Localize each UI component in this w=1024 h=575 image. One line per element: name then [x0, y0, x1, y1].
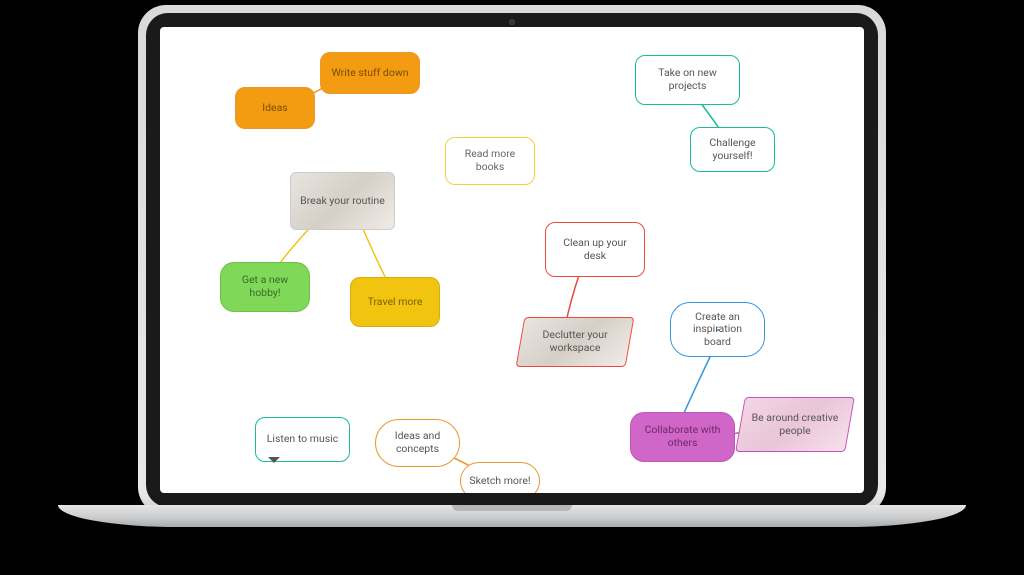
mindmap-canvas[interactable]: Ideas Write stuff down Read more books T…	[160, 27, 864, 493]
screen: Ideas Write stuff down Read more books T…	[160, 27, 864, 493]
node-clean-up-your-desk[interactable]: Clean up your desk	[545, 222, 645, 277]
node-label: Ideas	[262, 102, 287, 115]
node-label: Listen to music	[267, 433, 338, 446]
node-label: Ideas and concepts	[384, 430, 451, 455]
node-write-stuff-down[interactable]: Write stuff down	[320, 52, 420, 94]
node-declutter-workspace[interactable]: Declutter your workspace	[516, 317, 635, 367]
node-get-a-new-hobby[interactable]: Get a new hobby!	[220, 262, 310, 312]
node-challenge-yourself[interactable]: Challenge yourself!	[690, 127, 775, 172]
laptop-base	[58, 505, 966, 527]
node-label: Create an inspiration board	[679, 311, 756, 349]
node-travel-more[interactable]: Travel more	[350, 277, 440, 327]
node-label: Clean up your desk	[554, 237, 636, 262]
node-label: Get a new hobby!	[229, 274, 301, 299]
laptop-frame: Ideas Write stuff down Read more books T…	[138, 5, 886, 515]
node-be-around-creative-people[interactable]: Be around creative people	[735, 397, 855, 452]
node-label: Declutter your workspace	[529, 329, 621, 354]
node-ideas-and-concepts[interactable]: Ideas and concepts	[375, 419, 460, 467]
node-ideas[interactable]: Ideas	[235, 87, 315, 129]
node-sketch-more[interactable]: Sketch more!	[460, 462, 540, 493]
node-break-your-routine[interactable]: Break your routine	[290, 172, 395, 230]
node-label: Challenge yourself!	[699, 137, 766, 162]
node-label: Read more books	[454, 148, 526, 173]
node-take-on-new-projects[interactable]: Take on new projects	[635, 55, 740, 105]
node-label: Take on new projects	[644, 67, 731, 92]
node-label: Write stuff down	[331, 67, 408, 80]
node-create-inspiration-board[interactable]: Create an inspiration board	[670, 302, 765, 357]
node-label: Break your routine	[300, 195, 385, 208]
camera-icon	[509, 19, 515, 25]
node-collaborate-with-others[interactable]: Collaborate with others	[630, 412, 735, 462]
node-label: Travel more	[368, 296, 423, 309]
node-label: Collaborate with others	[639, 424, 726, 449]
node-label: Sketch more!	[469, 475, 530, 488]
node-listen-to-music[interactable]: Listen to music	[255, 417, 350, 462]
node-read-more-books[interactable]: Read more books	[445, 137, 535, 185]
node-label: Be around creative people	[749, 412, 841, 437]
laptop-bezel: Ideas Write stuff down Read more books T…	[146, 13, 878, 507]
